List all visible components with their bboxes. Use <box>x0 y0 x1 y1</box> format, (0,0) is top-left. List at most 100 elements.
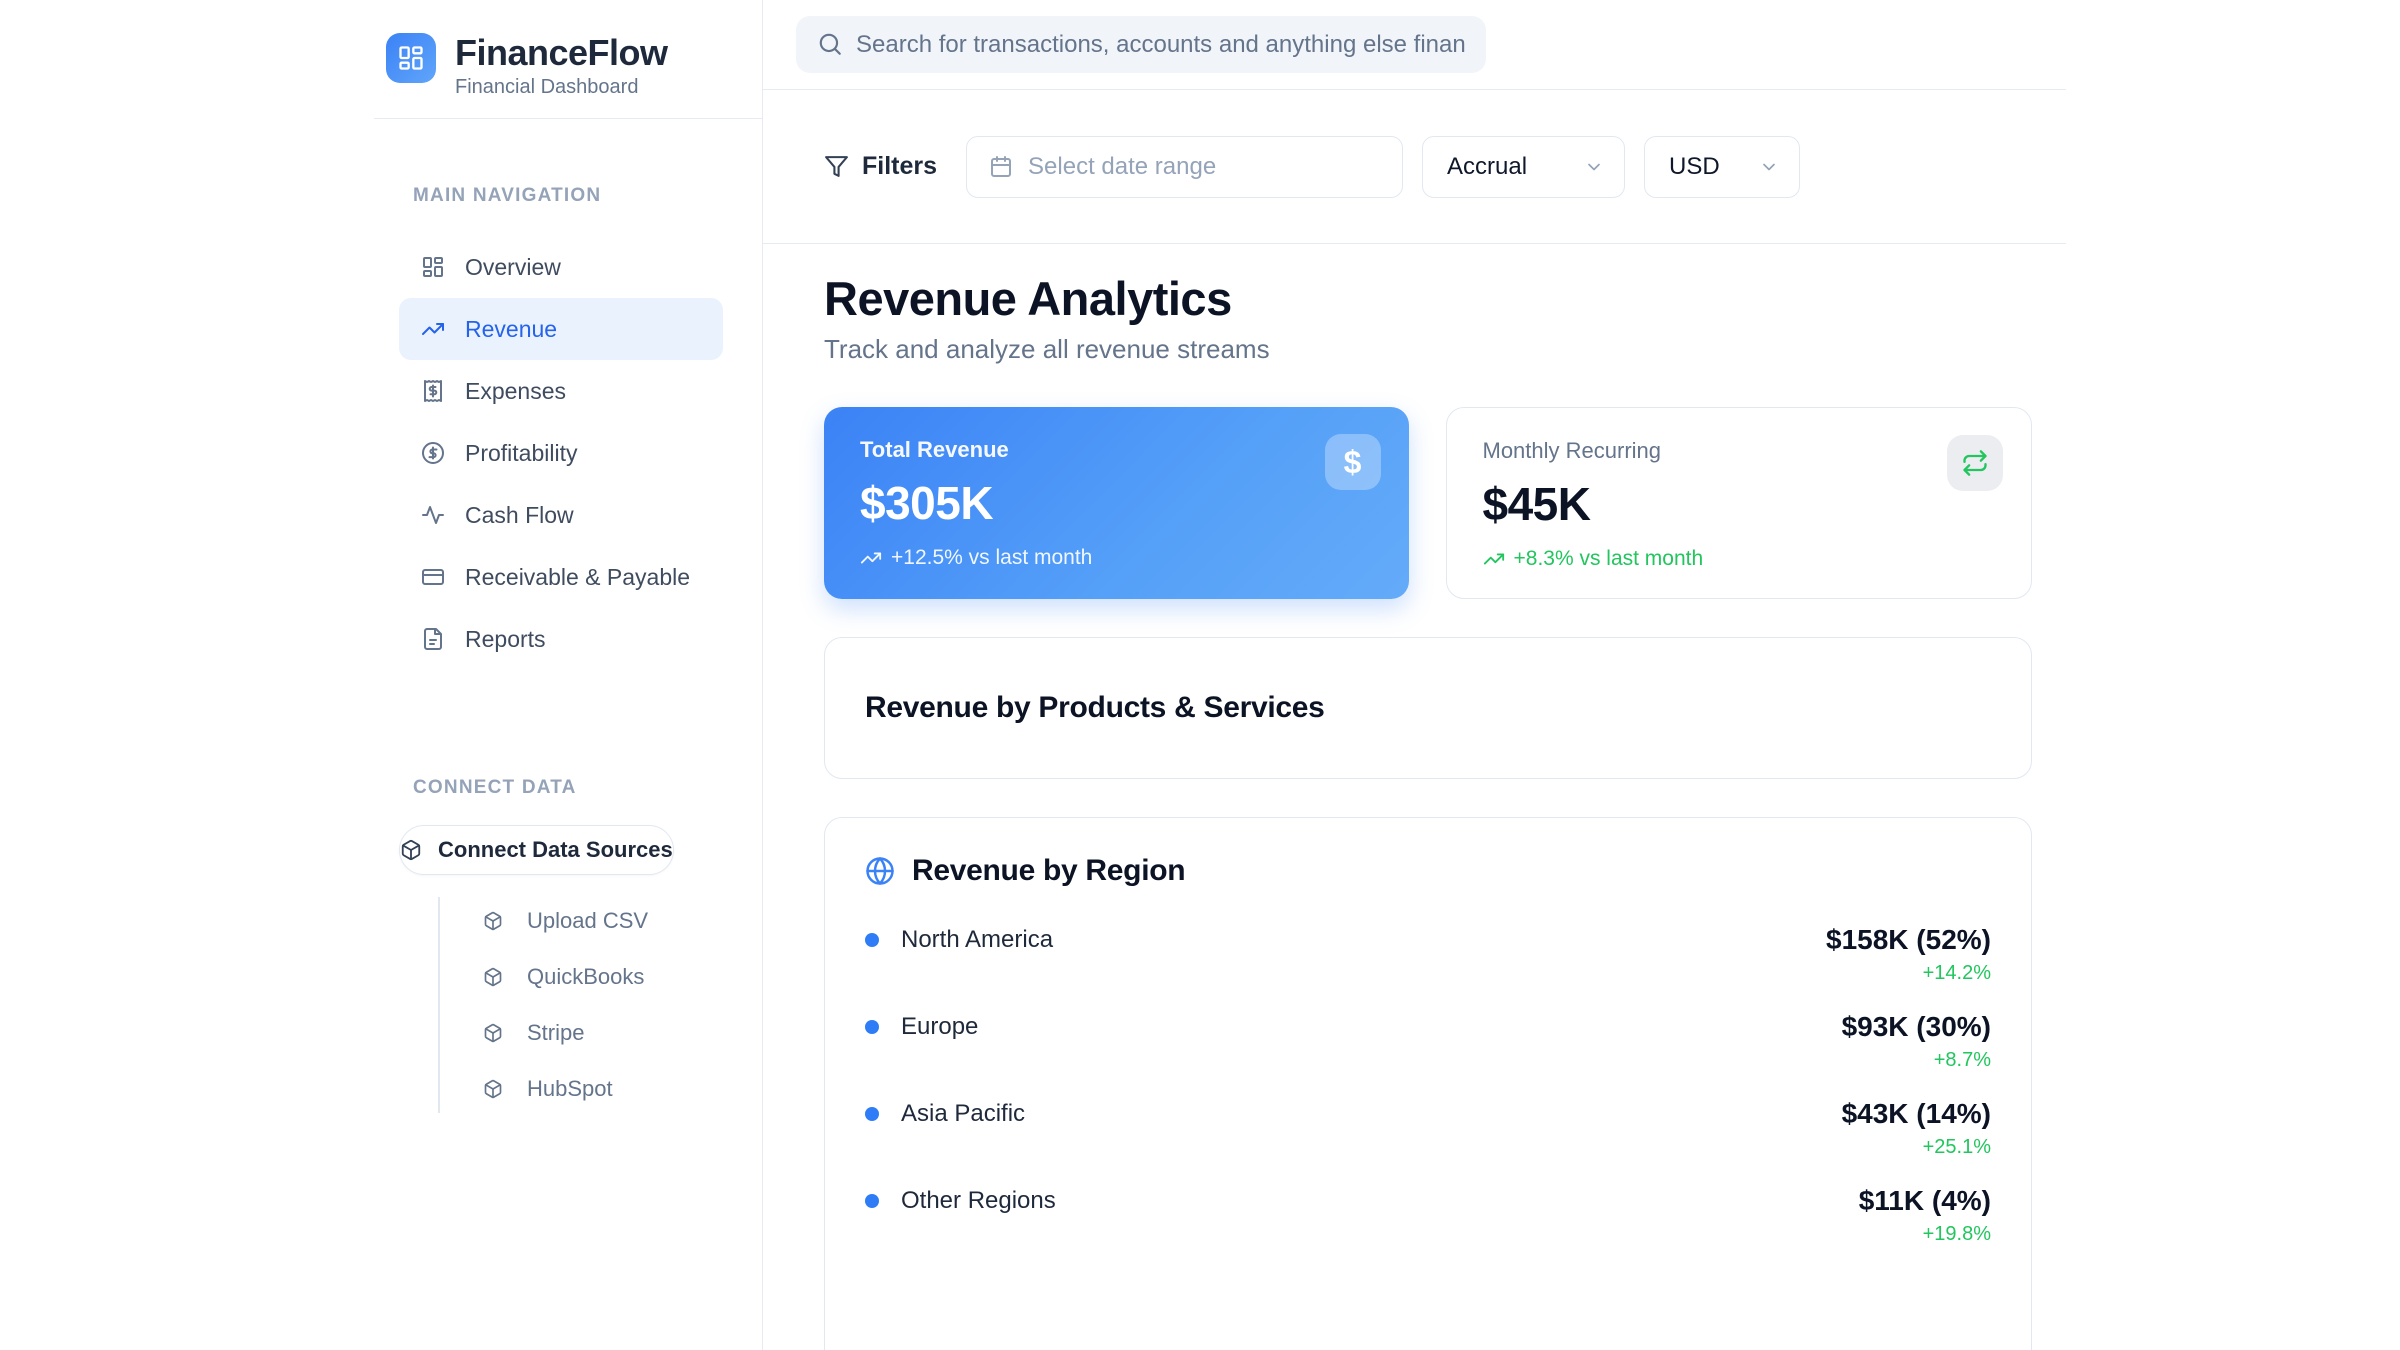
page-content: Revenue Analytics Track and analyze all … <box>763 244 2066 1350</box>
sidebar-item-label: Profitability <box>465 440 577 467</box>
circle-dollar-icon <box>421 441 445 465</box>
source-item-quickbooks[interactable]: QuickBooks <box>399 949 723 1005</box>
region-row-north-america: North America $158K (52%) +14.2% <box>865 922 1991 988</box>
search-icon <box>817 31 843 57</box>
cube-icon <box>483 1079 503 1099</box>
stat-change-text: +8.3% vs last month <box>1514 547 1704 571</box>
region-name: Other Regions <box>901 1187 1056 1215</box>
page-subtitle: Track and analyze all revenue streams <box>824 334 2032 365</box>
stat-change-text: +12.5% vs last month <box>891 546 1092 570</box>
source-item-hubspot[interactable]: HubSpot <box>399 1061 723 1117</box>
trending-up-icon <box>421 317 445 341</box>
region-value: $11K (4%) <box>1859 1183 1991 1219</box>
region-dot <box>865 1107 879 1121</box>
panel-title: Revenue by Region <box>912 854 1185 888</box>
currency-value: USD <box>1669 153 1720 181</box>
region-dot <box>865 933 879 947</box>
source-item-stripe[interactable]: Stripe <box>399 1005 723 1061</box>
revenue-products-panel: Revenue by Products & Services <box>824 637 2032 779</box>
search-input[interactable] <box>796 16 1486 73</box>
region-dot <box>865 1020 879 1034</box>
data-source-list: Upload CSV QuickBooks Stripe HubSpot <box>399 893 723 1117</box>
cube-icon <box>483 911 503 931</box>
source-item-label: Stripe <box>527 1020 584 1046</box>
stat-label: Total Revenue <box>860 437 1373 463</box>
currency-select[interactable]: USD <box>1644 136 1800 198</box>
app-logo <box>386 33 436 83</box>
app-container: FinanceFlow Financial Dashboard MAIN NAV… <box>374 0 2066 1350</box>
sidebar-item-expenses[interactable]: Expenses <box>399 360 723 422</box>
app-tagline: Financial Dashboard <box>455 76 668 99</box>
region-dot <box>865 1194 879 1208</box>
stat-change: +12.5% vs last month <box>860 546 1373 570</box>
date-range-input[interactable] <box>1028 153 1380 181</box>
source-item-label: Upload CSV <box>527 908 648 934</box>
sidebar-item-label: Receivable & Payable <box>465 564 690 591</box>
sidebar-item-overview[interactable]: Overview <box>399 236 723 298</box>
accounting-basis-value: Accrual <box>1447 153 1527 181</box>
stat-change: +8.3% vs last month <box>1483 547 1996 571</box>
date-range-field[interactable] <box>966 136 1403 198</box>
stat-label: Monthly Recurring <box>1483 438 1996 464</box>
monthly-recurring-card: Monthly Recurring $45K +8.3% vs last mon… <box>1446 407 2033 599</box>
top-bar <box>763 0 2066 90</box>
source-item-label: QuickBooks <box>527 964 644 990</box>
region-panel-header: Revenue by Region <box>865 854 1991 888</box>
region-name: North America <box>901 926 1053 954</box>
cube-icon <box>483 967 503 987</box>
search-box <box>796 16 1486 73</box>
revenue-region-panel: Revenue by Region North America $158K (5… <box>824 817 2032 1350</box>
credit-card-icon <box>421 565 445 589</box>
connect-section-label: CONNECT DATA <box>374 777 762 799</box>
stat-value: $305K <box>860 476 1373 530</box>
dollar-icon: $ <box>1325 434 1381 490</box>
app-title: FinanceFlow <box>455 33 668 73</box>
filters-label: Filters <box>862 152 937 181</box>
chevron-down-icon <box>1759 157 1779 177</box>
sidebar-item-label: Revenue <box>465 316 557 343</box>
region-row-europe: Europe $93K (30%) +8.7% <box>865 1009 1991 1075</box>
connect-button-label: Connect Data Sources <box>438 837 673 863</box>
trending-up-icon <box>860 547 882 569</box>
region-value: $93K (30%) <box>1842 1009 1991 1045</box>
dashboard-icon <box>421 255 445 279</box>
calendar-icon <box>989 155 1013 179</box>
chevron-down-icon <box>1584 157 1604 177</box>
sidebar-item-label: Overview <box>465 254 561 281</box>
cube-icon <box>483 1023 503 1043</box>
connect-data-sources-button[interactable]: Connect Data Sources <box>399 825 674 875</box>
region-change: +19.8% <box>1859 1219 1991 1249</box>
region-change: +8.7% <box>1842 1045 1991 1075</box>
sidebar-item-cash-flow[interactable]: Cash Flow <box>399 484 723 546</box>
main-area: Filters Accrual USD Revenue Analytics Tr… <box>763 0 2066 1350</box>
sidebar-item-revenue[interactable]: Revenue <box>399 298 723 360</box>
region-value: $43K (14%) <box>1842 1096 1991 1132</box>
repeat-icon <box>1947 435 2003 491</box>
stat-value: $45K <box>1483 477 1996 531</box>
region-name: Asia Pacific <box>901 1100 1025 1128</box>
cube-icon <box>400 839 422 861</box>
nav-section-label: MAIN NAVIGATION <box>374 185 762 207</box>
region-change: +14.2% <box>1826 958 1991 988</box>
region-value: $158K (52%) <box>1826 922 1991 958</box>
panel-title: Revenue by Products & Services <box>865 691 1325 725</box>
region-rows: North America $158K (52%) +14.2% Europe <box>865 922 1991 1249</box>
page-title: Revenue Analytics <box>824 272 2032 326</box>
stat-cards: Total Revenue $305K +12.5% vs last month… <box>824 407 2032 599</box>
receipt-icon <box>421 379 445 403</box>
source-item-upload-csv[interactable]: Upload CSV <box>399 893 723 949</box>
sidebar-item-reports[interactable]: Reports <box>399 608 723 670</box>
region-row-other-regions: Other Regions $11K (4%) +19.8% <box>865 1183 1991 1249</box>
dashboard-logo-icon <box>397 44 425 72</box>
sidebar-item-label: Cash Flow <box>465 502 574 529</box>
activity-icon <box>421 503 445 527</box>
source-item-label: HubSpot <box>527 1076 613 1102</box>
sidebar-item-label: Expenses <box>465 378 566 405</box>
filters-button[interactable]: Filters <box>824 152 937 181</box>
sidebar-item-receivable-payable[interactable]: Receivable & Payable <box>399 546 723 608</box>
file-text-icon <box>421 627 445 651</box>
sidebar-item-profitability[interactable]: Profitability <box>399 422 723 484</box>
accounting-basis-select[interactable]: Accrual <box>1422 136 1625 198</box>
globe-icon <box>865 856 895 886</box>
region-row-asia-pacific: Asia Pacific $43K (14%) +25.1% <box>865 1096 1991 1162</box>
